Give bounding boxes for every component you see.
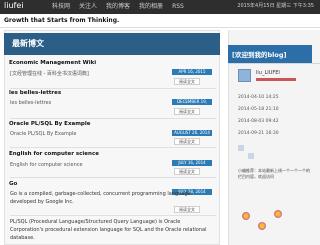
post-title[interactable]: Economic Management Wiki [9,60,96,66]
profile-card: liu_LIUFEI [238,69,306,89]
flower-icon [258,222,266,230]
post-excerpt: English for computer science [10,162,83,168]
post-title[interactable]: Oracle PL/SQL By Example [9,121,90,127]
post-date-badge: DECEMBER 19, 2014 [172,99,212,110]
nav-item-album[interactable]: 我的相册 [139,1,163,12]
latest-posts-title: 最新博文 [12,39,44,48]
top-nav-bar: liufei 科技网 关注人 我的博客 我的相册 RSS 2015年4月15日 … [0,0,320,14]
sidebar-divider [228,63,320,64]
read-more-button[interactable]: 阅读全文 [174,108,200,115]
sidebar-entry[interactable]: 2014-04-10 14:25 [238,95,279,100]
read-more-button[interactable]: 阅读全文 [174,138,200,145]
flower-icon [242,212,250,220]
welcome-banner: [欢迎到我的blog] [228,45,312,63]
site-tagline: Growth that Starts from Thinking. [4,17,120,24]
read-more-button[interactable]: 阅读全文 [174,168,200,175]
nav-item-tech[interactable]: 科技网 [52,1,70,12]
sidebar-promo: 小编推荐：本站最新上线一个一个一个的栏目内容，欢迎访问 [238,168,310,179]
post-excerpt: les belles-lettres [10,100,52,106]
post-divider [10,118,216,119]
post-divider [10,88,216,89]
post-divider [10,177,216,178]
post-title[interactable]: English for computer science [9,151,99,157]
read-more-button[interactable]: 阅读全文 [174,78,200,85]
read-more-button[interactable]: 阅读全文 [174,206,200,213]
follow-bar[interactable] [256,78,296,81]
nav-item-rss[interactable]: RSS [172,1,184,12]
sidebar-entry[interactable]: 2014-08-03 09:42 [238,119,279,124]
username[interactable]: liu_LIUFEI [256,70,280,76]
post-title[interactable]: les belles-lettres [9,90,61,96]
main-nav: 科技网 关注人 我的博客 我的相册 RSS [52,1,184,12]
image-thumbnail[interactable] [248,153,254,159]
site-brand[interactable]: liufei [4,1,23,10]
post-date-badge: AUGUST 26, 2014 [172,130,212,136]
sidebar-entry[interactable]: 2014-05-18 21:10 [238,107,279,112]
post-divider [10,147,216,148]
nav-item-myblog[interactable]: 我的博客 [106,1,130,12]
header-divider [0,27,320,28]
post-excerpt: PL/SQL (Procedural Language/Structured Q… [10,219,207,241]
flower-icon [274,210,282,218]
post-excerpt: Oracle PL/SQL By Example [10,131,77,137]
nav-item-follow[interactable]: 关注人 [79,1,97,12]
post-divider [10,215,216,216]
sidebar-entry[interactable]: 2014-09-21 16:30 [238,131,279,136]
post-date-badge: APR 16, 2015 [172,69,212,75]
latest-posts-header: 最新博文 [4,33,220,55]
post-excerpt: [文经管理在线 - 百科全书汉语词典] [10,71,89,77]
header-clock: 2015年4月15日 星期三 下午3:35 [237,3,314,9]
avatar[interactable] [238,69,251,82]
image-thumbnail[interactable] [238,145,244,151]
post-excerpt: Go is a compiled, garbage-collected, con… [10,191,191,205]
welcome-text: [欢迎到我的blog] [232,51,287,59]
post-date-badge: JULY 16, 2014 [172,160,212,166]
post-title[interactable]: Go [9,181,17,187]
